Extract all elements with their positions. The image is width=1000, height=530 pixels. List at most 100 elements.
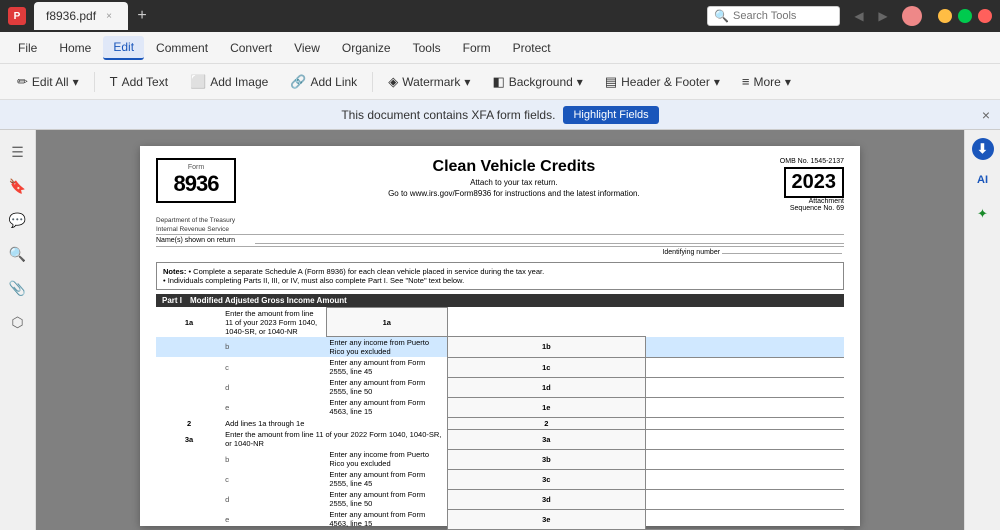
more-button[interactable]: ≡ More ▾ <box>733 69 800 95</box>
menu-bar: File Home Edit Comment Convert View Orga… <box>0 32 1000 64</box>
table-row: 1a Enter the amount from line 11 of your… <box>156 308 844 337</box>
notes-title: Notes: <box>163 267 186 276</box>
table-row: 3a Enter the amount from line 11 of your… <box>156 429 844 449</box>
sequence-info: Sequence No. 69 <box>780 205 844 212</box>
line-1a-num: 1a <box>156 308 222 337</box>
line-1b-sub: b <box>222 337 326 358</box>
note-line-2: • Individuals completing Parts II, III, … <box>163 276 464 285</box>
search-box[interactable]: 🔍 <box>707 6 840 26</box>
line-1b-ref: 1b <box>447 337 645 358</box>
edit-all-button[interactable]: ✏ Edit All ▾ <box>8 69 88 95</box>
toolbar: ✏ Edit All ▾ T Add Text ⬜ Add Image 🔗 Ad… <box>0 64 1000 100</box>
sidebar-icon-bookmark[interactable]: 🔖 <box>4 172 32 200</box>
background-dropdown-icon: ▾ <box>577 75 583 89</box>
form-idrow: Identifying number <box>156 246 844 258</box>
id-field <box>722 253 842 254</box>
more-icon: ≡ <box>742 74 750 89</box>
add-text-label: Add Text <box>122 75 168 89</box>
form-year: 2023 <box>784 167 845 198</box>
form-subtitle: Attach to your tax return. <box>248 178 780 187</box>
link-icon: 🔗 <box>290 74 306 90</box>
avatar[interactable] <box>902 6 922 26</box>
table-row: 2 Add lines 1a through 1e 2 <box>156 417 844 429</box>
minimize-button[interactable] <box>938 9 952 23</box>
title-bar-left: P <box>8 7 26 25</box>
watermark-label: Watermark <box>402 75 460 89</box>
edit-all-label: Edit All <box>32 75 69 89</box>
form-header: Form 8936 Clean Vehicle Credits Attach t… <box>156 158 844 212</box>
note-line-1: • Complete a separate Schedule A (Form 8… <box>188 267 544 276</box>
search-icon: 🔍 <box>714 9 729 23</box>
line-1b-text: Enter any income from Puerto Rico you ex… <box>326 337 447 358</box>
table-row: d Enter any amount from Form 2555, line … <box>156 377 844 397</box>
add-image-label: Add Image <box>210 75 268 89</box>
nav-back-button[interactable]: ◀ <box>848 5 870 27</box>
menu-item-file[interactable]: File <box>8 37 47 59</box>
highlight-fields-button[interactable]: Highlight Fields <box>563 106 658 124</box>
add-link-button[interactable]: 🔗 Add Link <box>281 69 366 95</box>
form-subtitle2: Go to www.irs.gov/Form8936 for instructi… <box>248 189 780 198</box>
form-title: Clean Vehicle Credits <box>248 158 780 176</box>
nav-forward-button[interactable]: ▶ <box>872 5 894 27</box>
ai-icon[interactable]: AI <box>969 166 997 194</box>
watermark-button[interactable]: ◈ Watermark ▾ <box>379 69 479 95</box>
pdf-page: Form 8936 Clean Vehicle Credits Attach t… <box>140 146 860 526</box>
menu-item-comment[interactable]: Comment <box>146 37 218 59</box>
name-label: Name(s) shown on return <box>156 237 235 244</box>
table-row: b Enter any income from Puerto Rico you … <box>156 337 844 358</box>
form-number-box: Form 8936 <box>156 158 236 203</box>
sidebar-icon-attachment[interactable]: 📎 <box>4 274 32 302</box>
omb-number: OMB No. 1545-2137 <box>780 158 844 165</box>
menu-item-organize[interactable]: Organize <box>332 37 401 59</box>
sidebar-icon-comment[interactable]: 💬 <box>4 206 32 234</box>
image-icon: ⬜ <box>190 74 206 90</box>
left-sidebar: ☰ 🔖 💬 🔍 📎 ⬡ <box>0 130 36 530</box>
header-footer-dropdown-icon: ▾ <box>714 75 720 89</box>
edit-all-dropdown-icon: ▾ <box>73 75 79 89</box>
tab-area: f8936.pdf × + <box>34 2 699 30</box>
menu-item-convert[interactable]: Convert <box>220 37 282 59</box>
notification-message: This document contains XFA form fields. <box>341 108 555 122</box>
notification-close-icon[interactable]: × <box>982 107 990 123</box>
magic-icon[interactable]: ✦ <box>969 200 997 228</box>
notes-section: Notes: • Complete a separate Schedule A … <box>156 262 844 290</box>
pdf-area[interactable]: Form 8936 Clean Vehicle Credits Attach t… <box>36 130 964 530</box>
menu-item-view[interactable]: View <box>284 37 330 59</box>
menu-item-edit[interactable]: Edit <box>103 36 144 60</box>
tab-close-icon[interactable]: × <box>102 9 116 23</box>
table-row: c Enter any amount from Form 2555, line … <box>156 469 844 489</box>
right-sidebar: ⬇ AI ✦ <box>964 130 1000 530</box>
close-button[interactable] <box>978 9 992 23</box>
sidebar-icon-menu[interactable]: ☰ <box>4 138 32 166</box>
background-label: Background <box>509 75 573 89</box>
menu-item-home[interactable]: Home <box>49 37 101 59</box>
menu-item-tools[interactable]: Tools <box>403 37 451 59</box>
part1-label: Part I <box>162 296 182 305</box>
new-tab-button[interactable]: + <box>128 2 156 30</box>
name-field <box>255 237 844 244</box>
search-input[interactable] <box>733 10 833 22</box>
sidebar-icon-search[interactable]: 🔍 <box>4 240 32 268</box>
download-icon[interactable]: ⬇ <box>972 138 994 160</box>
add-image-button[interactable]: ⬜ Add Image <box>181 69 277 95</box>
more-dropdown-icon: ▾ <box>785 75 791 89</box>
add-text-button[interactable]: T Add Text <box>101 69 177 95</box>
line-1b-value <box>646 337 844 358</box>
table-row: e Enter any amount from Form 4563, line … <box>156 509 844 529</box>
background-button[interactable]: ◧ Background ▾ <box>483 69 591 95</box>
form-right-area: OMB No. 1545-2137 2023 Attachment Sequen… <box>780 158 844 212</box>
header-footer-button[interactable]: ▤ Header & Footer ▾ <box>596 69 729 95</box>
notification-bar: This document contains XFA form fields. … <box>0 100 1000 130</box>
window-controls <box>938 9 992 23</box>
part1-title: Modified Adjusted Gross Income Amount <box>190 296 347 305</box>
background-icon: ◧ <box>492 74 504 90</box>
maximize-button[interactable] <box>958 9 972 23</box>
line-1a-ref: 1a <box>326 308 447 337</box>
sidebar-icon-layers[interactable]: ⬡ <box>4 308 32 336</box>
menu-item-form[interactable]: Form <box>453 37 501 59</box>
form-dept: Department of the Treasury Internal Reve… <box>156 216 844 234</box>
active-tab[interactable]: f8936.pdf × <box>34 2 128 30</box>
edit-icon: ✏ <box>17 74 28 90</box>
header-icon: ▤ <box>605 74 617 90</box>
menu-item-protect[interactable]: Protect <box>503 37 561 59</box>
